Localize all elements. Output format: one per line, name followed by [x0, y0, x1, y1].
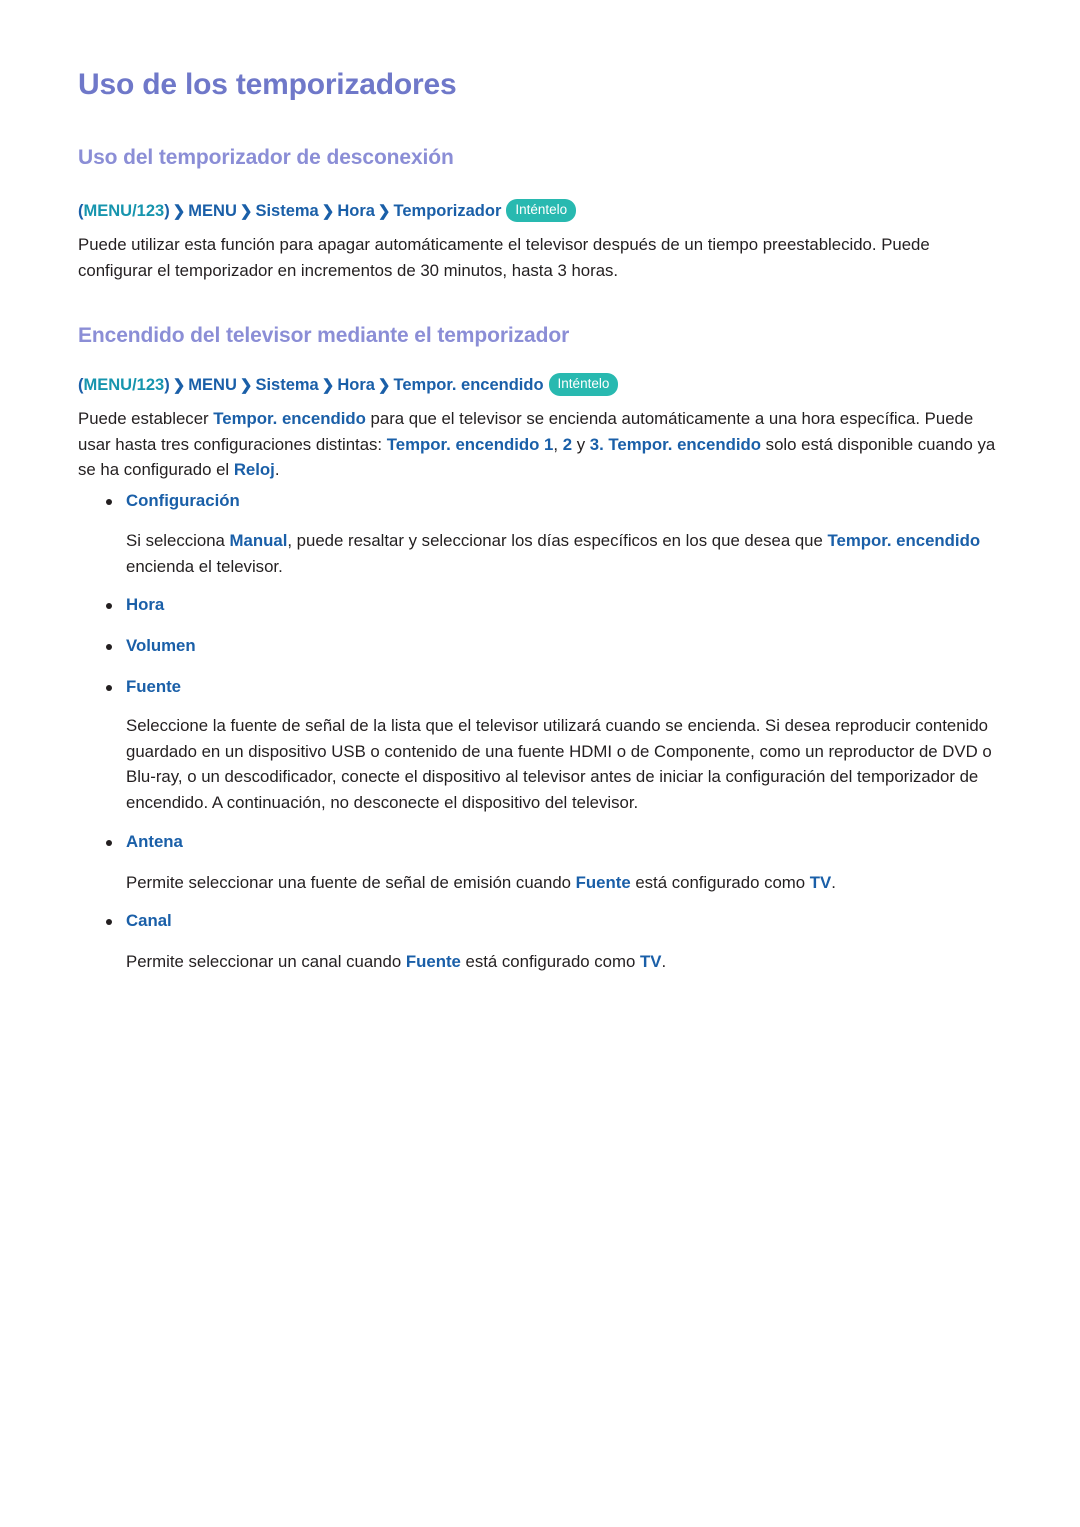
description-antena: Permite seleccionar una fuente de señal … — [126, 870, 1021, 896]
term-tempor-encendido: Tempor. encendido — [213, 409, 366, 428]
term-tempor-encendido-3: 3. Tempor. encendido — [589, 434, 762, 454]
term-tempor-encendido-1: Tempor. encendido 1 — [386, 434, 554, 454]
breadcrumb-item-sistema[interactable]: Sistema — [255, 376, 318, 394]
breadcrumb-item-sistema[interactable]: Sistema — [255, 202, 318, 220]
breadcrumb-item-menu[interactable]: MENU — [188, 202, 237, 220]
term-tv: TV — [809, 873, 832, 892]
bullet-dot-icon — [106, 644, 112, 650]
list-item-volumen: Volumen — [92, 636, 196, 656]
breadcrumb-item-menu123[interactable]: MENU/123 — [84, 202, 165, 220]
chevron-right-icon: ❯ — [377, 203, 391, 220]
description-canal: Permite seleccionar un canal cuando Fuen… — [126, 949, 1021, 975]
section-heading-power-on-timer: Encendido del televisor mediante el temp… — [78, 324, 570, 347]
breadcrumb-item-temporizador[interactable]: Temporizador — [394, 202, 502, 220]
text-fragment: . — [274, 460, 280, 480]
term-reloj: Reloj — [233, 460, 275, 480]
list-item-canal: Canal — [92, 911, 172, 931]
list-item-fuente: Fuente — [92, 677, 181, 697]
list-item-label: Fuente — [126, 677, 182, 696]
text-fragment: Permite seleccionar un canal cuando — [126, 952, 406, 971]
text-fragment: Permite seleccionar una fuente de señal … — [126, 873, 576, 892]
list-item-label: Configuración — [126, 491, 240, 510]
chevron-right-icon: ❯ — [239, 377, 253, 394]
try-it-badge[interactable]: Inténtelo — [506, 199, 577, 222]
bullet-dot-icon — [106, 603, 112, 609]
term-fuente: Fuente — [575, 873, 631, 892]
paragraph-power-on-intro: Puede establecer Tempor. encendido para … — [78, 406, 1003, 483]
bullet-dot-icon — [106, 919, 112, 925]
term-manual: Manual — [229, 531, 288, 550]
breadcrumb-item-hora[interactable]: Hora — [337, 376, 375, 394]
chevron-right-icon: ❯ — [321, 377, 335, 394]
breadcrumb-power-on-timer: (MENU/123) ❯ MENU ❯ Sistema ❯ Hora ❯ Tempor. enc… — [78, 373, 619, 396]
paragraph-sleep-timer: Puede utilizar esta función para apagar … — [78, 235, 930, 280]
text-fragment: está configurado como — [460, 952, 640, 971]
breadcrumb-item-menu123[interactable]: MENU/123 — [84, 376, 165, 394]
document-page: Uso de los temporizadores Uso del tempor… — [0, 0, 1080, 1527]
list-item-hora: Hora — [92, 595, 164, 615]
chevron-right-icon: ❯ — [172, 203, 186, 220]
breadcrumb-close-paren: ) — [164, 376, 170, 394]
chevron-right-icon: ❯ — [239, 203, 253, 220]
bullet-dot-icon — [106, 499, 112, 505]
list-item-label: Antena — [126, 832, 183, 851]
text-fragment: encienda el televisor. — [126, 556, 283, 576]
text-fragment: . — [661, 952, 667, 971]
term-tempor-encendido-2: 2 — [562, 434, 573, 454]
text-fragment: Puede establecer — [78, 409, 214, 428]
text-fragment: Si selecciona — [126, 531, 230, 550]
list-item-configuracion: Configuración — [92, 491, 240, 511]
bullet-dot-icon — [106, 685, 112, 691]
breadcrumb-item-hora[interactable]: Hora — [337, 202, 375, 220]
list-item-label: Hora — [126, 595, 165, 614]
breadcrumb-item-tempor-encendido[interactable]: Tempor. encendido — [394, 376, 544, 394]
list-item-antena: Antena — [92, 832, 183, 852]
bullet-dot-icon — [106, 840, 112, 846]
chevron-right-icon: ❯ — [377, 377, 391, 394]
term-tempor-encendido: Tempor. encendido — [827, 531, 981, 550]
term-tv: TV — [639, 952, 662, 971]
text-fragment: está configurado como — [630, 873, 810, 892]
text-fragment: , puede resaltar y seleccionar los días … — [287, 531, 828, 550]
text-fragment: . — [831, 873, 836, 892]
breadcrumb-close-paren: ) — [164, 202, 170, 220]
chevron-right-icon: ❯ — [321, 203, 335, 220]
list-item-label: Canal — [126, 911, 172, 930]
description-fuente: Seleccione la fuente de señal de la list… — [126, 716, 992, 813]
text-fragment: , — [553, 434, 563, 454]
term-fuente: Fuente — [405, 952, 461, 971]
text-fragment: y — [572, 434, 590, 454]
section-heading-sleep-timer: Uso del temporizador de desconexión — [78, 146, 454, 169]
description-configuracion: Si selecciona Manual, puede resaltar y s… — [126, 528, 1006, 579]
breadcrumb-item-menu[interactable]: MENU — [188, 376, 237, 394]
breadcrumb-sleep-timer: (MENU/123) ❯ MENU ❯ Sistema ❯ Hora ❯ Temporizado… — [78, 199, 577, 222]
list-item-label: Volumen — [126, 636, 196, 655]
page-title: Uso de los temporizadores — [78, 68, 457, 101]
chevron-right-icon: ❯ — [172, 377, 186, 394]
try-it-badge[interactable]: Inténtelo — [548, 373, 619, 396]
